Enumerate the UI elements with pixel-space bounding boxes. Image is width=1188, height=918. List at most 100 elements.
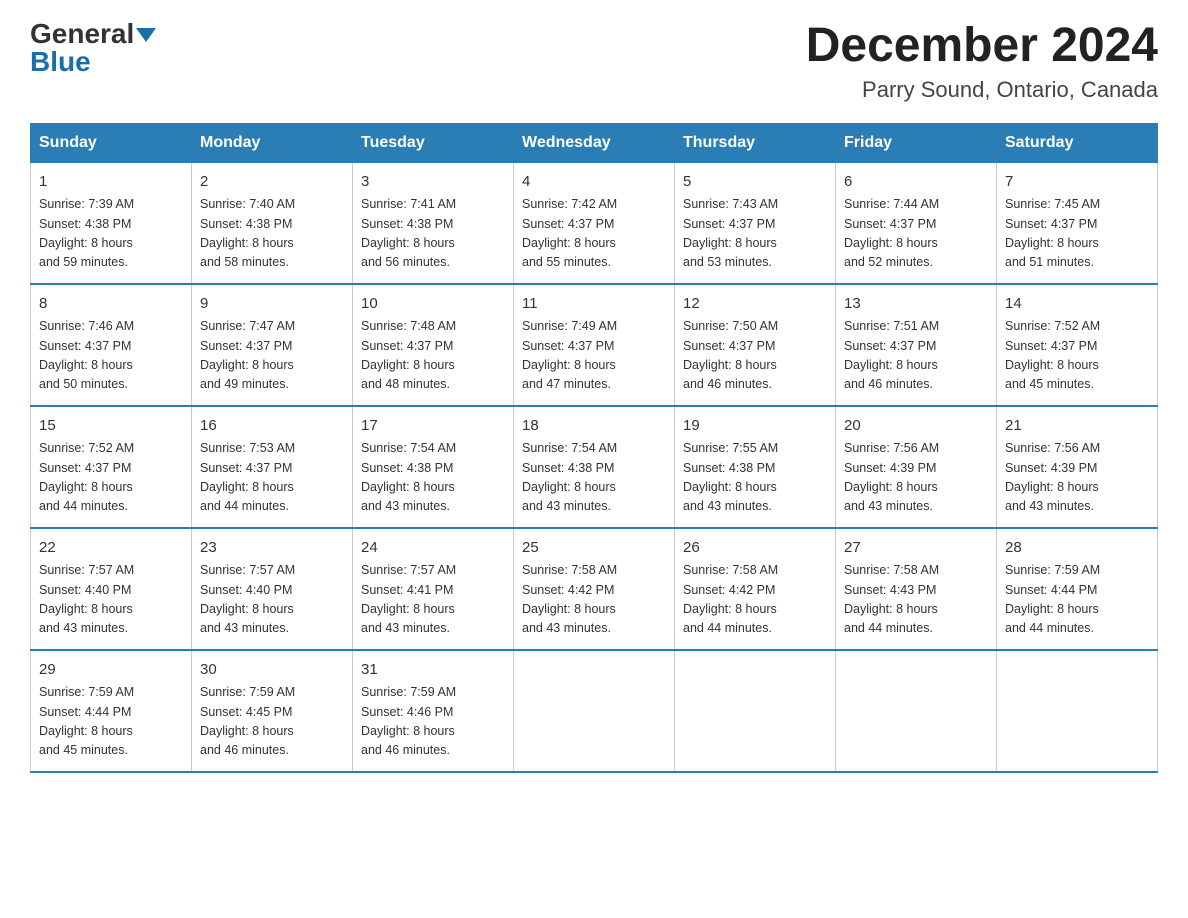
calendar-cell: 24 Sunrise: 7:57 AMSunset: 4:41 PMDaylig…	[353, 528, 514, 650]
weekday-header-sunday: Sunday	[31, 123, 192, 162]
day-info: Sunrise: 7:57 AMSunset: 4:40 PMDaylight:…	[39, 561, 183, 639]
day-info: Sunrise: 7:51 AMSunset: 4:37 PMDaylight:…	[844, 317, 988, 395]
day-info: Sunrise: 7:58 AMSunset: 4:42 PMDaylight:…	[683, 561, 827, 639]
day-number: 2	[200, 171, 344, 194]
day-info: Sunrise: 7:53 AMSunset: 4:37 PMDaylight:…	[200, 439, 344, 517]
calendar-week-row: 1 Sunrise: 7:39 AMSunset: 4:38 PMDayligh…	[31, 162, 1158, 284]
day-info: Sunrise: 7:39 AMSunset: 4:38 PMDaylight:…	[39, 195, 183, 273]
calendar-week-row: 15 Sunrise: 7:52 AMSunset: 4:37 PMDaylig…	[31, 406, 1158, 528]
day-info: Sunrise: 7:56 AMSunset: 4:39 PMDaylight:…	[844, 439, 988, 517]
day-info: Sunrise: 7:40 AMSunset: 4:38 PMDaylight:…	[200, 195, 344, 273]
calendar-cell: 21 Sunrise: 7:56 AMSunset: 4:39 PMDaylig…	[997, 406, 1158, 528]
calendar-cell: 22 Sunrise: 7:57 AMSunset: 4:40 PMDaylig…	[31, 528, 192, 650]
day-number: 29	[39, 659, 183, 682]
day-number: 14	[1005, 293, 1149, 316]
day-number: 5	[683, 171, 827, 194]
day-info: Sunrise: 7:56 AMSunset: 4:39 PMDaylight:…	[1005, 439, 1149, 517]
day-info: Sunrise: 7:43 AMSunset: 4:37 PMDaylight:…	[683, 195, 827, 273]
day-number: 25	[522, 537, 666, 560]
calendar-cell: 9 Sunrise: 7:47 AMSunset: 4:37 PMDayligh…	[192, 284, 353, 406]
day-number: 3	[361, 171, 505, 194]
day-number: 28	[1005, 537, 1149, 560]
day-number: 9	[200, 293, 344, 316]
weekday-header-wednesday: Wednesday	[514, 123, 675, 162]
day-number: 17	[361, 415, 505, 438]
day-number: 16	[200, 415, 344, 438]
day-number: 20	[844, 415, 988, 438]
calendar-cell	[997, 650, 1158, 772]
calendar-cell: 7 Sunrise: 7:45 AMSunset: 4:37 PMDayligh…	[997, 162, 1158, 284]
day-number: 8	[39, 293, 183, 316]
day-number: 13	[844, 293, 988, 316]
day-number: 24	[361, 537, 505, 560]
calendar-cell: 8 Sunrise: 7:46 AMSunset: 4:37 PMDayligh…	[31, 284, 192, 406]
day-info: Sunrise: 7:47 AMSunset: 4:37 PMDaylight:…	[200, 317, 344, 395]
day-info: Sunrise: 7:48 AMSunset: 4:37 PMDaylight:…	[361, 317, 505, 395]
calendar-cell: 15 Sunrise: 7:52 AMSunset: 4:37 PMDaylig…	[31, 406, 192, 528]
day-number: 26	[683, 537, 827, 560]
day-number: 12	[683, 293, 827, 316]
weekday-header-friday: Friday	[836, 123, 997, 162]
calendar-cell: 12 Sunrise: 7:50 AMSunset: 4:37 PMDaylig…	[675, 284, 836, 406]
day-info: Sunrise: 7:58 AMSunset: 4:42 PMDaylight:…	[522, 561, 666, 639]
calendar-cell: 1 Sunrise: 7:39 AMSunset: 4:38 PMDayligh…	[31, 162, 192, 284]
calendar-cell: 25 Sunrise: 7:58 AMSunset: 4:42 PMDaylig…	[514, 528, 675, 650]
calendar-cell: 3 Sunrise: 7:41 AMSunset: 4:38 PMDayligh…	[353, 162, 514, 284]
calendar-cell: 17 Sunrise: 7:54 AMSunset: 4:38 PMDaylig…	[353, 406, 514, 528]
location-title: Parry Sound, Ontario, Canada	[806, 77, 1158, 103]
day-number: 7	[1005, 171, 1149, 194]
calendar-week-row: 22 Sunrise: 7:57 AMSunset: 4:40 PMDaylig…	[31, 528, 1158, 650]
calendar-cell: 26 Sunrise: 7:58 AMSunset: 4:42 PMDaylig…	[675, 528, 836, 650]
calendar-table: SundayMondayTuesdayWednesdayThursdayFrid…	[30, 123, 1158, 773]
day-number: 4	[522, 171, 666, 194]
day-number: 30	[200, 659, 344, 682]
weekday-header-thursday: Thursday	[675, 123, 836, 162]
day-number: 23	[200, 537, 344, 560]
logo: General Blue	[30, 20, 156, 76]
day-info: Sunrise: 7:54 AMSunset: 4:38 PMDaylight:…	[522, 439, 666, 517]
day-info: Sunrise: 7:58 AMSunset: 4:43 PMDaylight:…	[844, 561, 988, 639]
calendar-cell: 4 Sunrise: 7:42 AMSunset: 4:37 PMDayligh…	[514, 162, 675, 284]
calendar-cell: 14 Sunrise: 7:52 AMSunset: 4:37 PMDaylig…	[997, 284, 1158, 406]
weekday-header-tuesday: Tuesday	[353, 123, 514, 162]
day-info: Sunrise: 7:44 AMSunset: 4:37 PMDaylight:…	[844, 195, 988, 273]
calendar-cell: 13 Sunrise: 7:51 AMSunset: 4:37 PMDaylig…	[836, 284, 997, 406]
calendar-cell: 23 Sunrise: 7:57 AMSunset: 4:40 PMDaylig…	[192, 528, 353, 650]
day-info: Sunrise: 7:46 AMSunset: 4:37 PMDaylight:…	[39, 317, 183, 395]
calendar-cell	[836, 650, 997, 772]
calendar-cell: 30 Sunrise: 7:59 AMSunset: 4:45 PMDaylig…	[192, 650, 353, 772]
day-info: Sunrise: 7:55 AMSunset: 4:38 PMDaylight:…	[683, 439, 827, 517]
calendar-cell: 10 Sunrise: 7:48 AMSunset: 4:37 PMDaylig…	[353, 284, 514, 406]
day-number: 19	[683, 415, 827, 438]
calendar-cell: 2 Sunrise: 7:40 AMSunset: 4:38 PMDayligh…	[192, 162, 353, 284]
calendar-cell: 18 Sunrise: 7:54 AMSunset: 4:38 PMDaylig…	[514, 406, 675, 528]
calendar-header-row: SundayMondayTuesdayWednesdayThursdayFrid…	[31, 123, 1158, 162]
day-info: Sunrise: 7:57 AMSunset: 4:40 PMDaylight:…	[200, 561, 344, 639]
day-info: Sunrise: 7:52 AMSunset: 4:37 PMDaylight:…	[1005, 317, 1149, 395]
day-number: 6	[844, 171, 988, 194]
calendar-week-row: 8 Sunrise: 7:46 AMSunset: 4:37 PMDayligh…	[31, 284, 1158, 406]
day-number: 27	[844, 537, 988, 560]
day-number: 11	[522, 293, 666, 316]
calendar-cell: 20 Sunrise: 7:56 AMSunset: 4:39 PMDaylig…	[836, 406, 997, 528]
day-number: 1	[39, 171, 183, 194]
calendar-cell: 31 Sunrise: 7:59 AMSunset: 4:46 PMDaylig…	[353, 650, 514, 772]
logo-blue-text: Blue	[30, 46, 91, 77]
day-info: Sunrise: 7:57 AMSunset: 4:41 PMDaylight:…	[361, 561, 505, 639]
weekday-header-monday: Monday	[192, 123, 353, 162]
calendar-cell	[675, 650, 836, 772]
day-info: Sunrise: 7:41 AMSunset: 4:38 PMDaylight:…	[361, 195, 505, 273]
day-info: Sunrise: 7:52 AMSunset: 4:37 PMDaylight:…	[39, 439, 183, 517]
day-number: 15	[39, 415, 183, 438]
page-header: General Blue December 2024 Parry Sound, …	[30, 20, 1158, 103]
calendar-cell: 29 Sunrise: 7:59 AMSunset: 4:44 PMDaylig…	[31, 650, 192, 772]
day-info: Sunrise: 7:45 AMSunset: 4:37 PMDaylight:…	[1005, 195, 1149, 273]
logo-general-row: General	[30, 20, 156, 48]
month-title: December 2024	[806, 20, 1158, 73]
day-info: Sunrise: 7:54 AMSunset: 4:38 PMDaylight:…	[361, 439, 505, 517]
day-info: Sunrise: 7:49 AMSunset: 4:37 PMDaylight:…	[522, 317, 666, 395]
calendar-cell: 27 Sunrise: 7:58 AMSunset: 4:43 PMDaylig…	[836, 528, 997, 650]
day-info: Sunrise: 7:42 AMSunset: 4:37 PMDaylight:…	[522, 195, 666, 273]
day-number: 10	[361, 293, 505, 316]
logo-triangle-icon	[136, 28, 156, 42]
